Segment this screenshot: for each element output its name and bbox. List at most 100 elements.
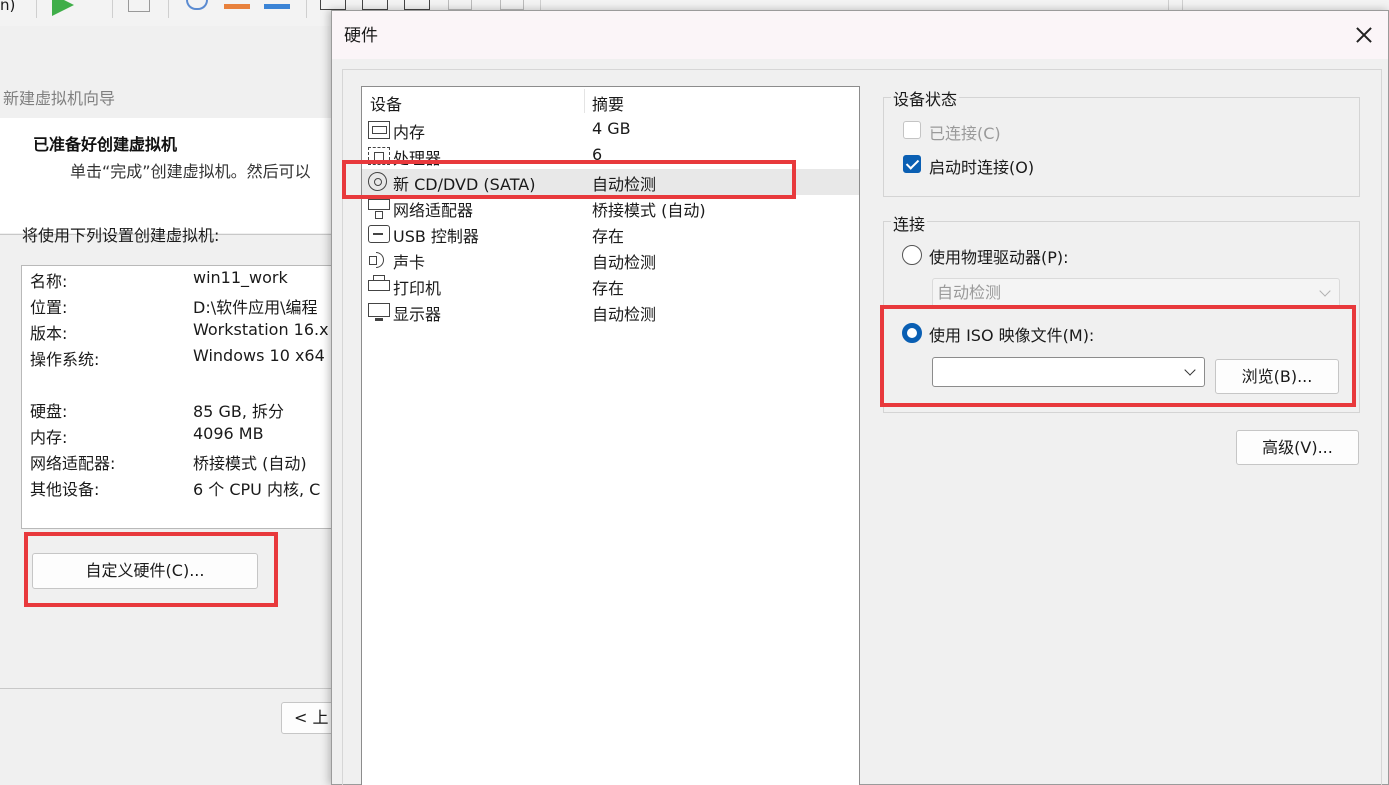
summary-row: 操作系统: Windows 10 x64 xyxy=(30,346,340,372)
device-summary: 4 GB xyxy=(592,119,631,138)
wizard-header-title: 已准备好创建虚拟机 xyxy=(33,135,178,154)
use-physical-drive-radio[interactable] xyxy=(902,245,922,265)
device-summary: 自动检测 xyxy=(592,253,657,272)
customize-hardware-button[interactable]: 自定义硬件(C)... xyxy=(32,553,258,589)
summary-row: 硬盘: 85 GB, 拆分 xyxy=(30,398,340,424)
summary-value: 4096 MB xyxy=(193,424,264,443)
device-summary: 自动检测 xyxy=(592,305,657,324)
device-name: 内存 xyxy=(393,123,426,142)
library-icon[interactable] xyxy=(500,0,524,10)
fullscreen-icon[interactable] xyxy=(362,0,388,10)
summary-key: 内存: xyxy=(30,428,68,447)
device-row-display[interactable]: 显示器 自动检测 xyxy=(362,299,859,325)
toolbar-separator xyxy=(112,0,113,18)
device-name: 声卡 xyxy=(393,253,426,272)
summary-value: 桥接模式 (自动) xyxy=(193,454,307,473)
device-name: 网络适配器 xyxy=(393,201,474,220)
device-status-group xyxy=(883,97,1360,197)
hardware-dialog: 硬件 设备 摘要 内存 4 GB 处理器 6 新 CD/DVD (SATA) 自… xyxy=(331,10,1389,785)
new-vm-wizard: 新建虚拟机向导 已准备好创建虚拟机 单击“完成”创建虚拟机。然后可以 将使用下列… xyxy=(0,26,351,785)
summary-key: 其他设备: xyxy=(30,480,100,499)
wizard-intro: 将使用下列设置创建虚拟机: xyxy=(22,226,220,245)
connect-at-power-on-label: 启动时连接(O) xyxy=(929,158,1035,177)
summary-row: 位置: D:\软件应用\编程 xyxy=(30,294,340,320)
device-row-cd-dvd[interactable]: 新 CD/DVD (SATA) 自动检测 xyxy=(362,169,859,195)
physical-drive-select[interactable]: 自动检测 xyxy=(932,278,1340,308)
connect-at-power-on-checkbox[interactable] xyxy=(903,155,921,173)
toolbar-fragment: n) xyxy=(0,0,16,14)
wizard-header: 已准备好创建虚拟机 单击“完成”创建虚拟机。然后可以 xyxy=(0,118,340,233)
display-icon xyxy=(368,303,390,321)
toolbar-separator xyxy=(306,0,307,18)
device-summary: 自动检测 xyxy=(592,175,657,194)
printer-icon xyxy=(368,275,390,291)
sound-card-icon xyxy=(368,251,390,269)
toolbar-separator xyxy=(168,0,169,18)
summary-value: Workstation 16.x xyxy=(193,320,329,339)
device-summary: 6 xyxy=(592,145,603,164)
iso-path-select[interactable] xyxy=(932,357,1205,387)
connection-label: 连接 xyxy=(891,211,928,235)
connected-label: 已连接(C) xyxy=(929,124,1001,143)
device-summary: 存在 xyxy=(592,227,625,246)
device-name: USB 控制器 xyxy=(393,227,479,246)
summary-value: 6 个 CPU 内核, C xyxy=(193,480,321,499)
chevron-down-icon xyxy=(1319,285,1331,297)
connected-checkbox[interactable] xyxy=(903,121,921,139)
wizard-header-subtitle: 单击“完成”创建虚拟机。然后可以 xyxy=(70,162,311,181)
advanced-button[interactable]: 高级(V)... xyxy=(1236,430,1359,465)
device-name: 处理器 xyxy=(393,149,442,168)
summary-value: 85 GB, 拆分 xyxy=(193,402,284,421)
summary-row: 网络适配器: 桥接模式 (自动) xyxy=(30,450,340,476)
device-row-sound-card[interactable]: 声卡 自动检测 xyxy=(362,247,859,273)
device-row-network-adapter[interactable]: 网络适配器 桥接模式 (自动) xyxy=(362,195,859,221)
summary-key: 操作系统: xyxy=(30,350,100,369)
processor-icon xyxy=(368,147,390,165)
unity-icon[interactable] xyxy=(404,0,430,10)
cd-dvd-icon xyxy=(368,172,387,191)
summary-row: 内存: 4096 MB xyxy=(30,424,340,450)
manage-snapshot-icon[interactable] xyxy=(224,4,250,9)
summary-key: 网络适配器: xyxy=(30,454,116,473)
device-summary: 桥接模式 (自动) xyxy=(592,201,706,220)
device-row-usb[interactable]: USB 控制器 存在 xyxy=(362,221,859,247)
usb-icon xyxy=(368,225,390,243)
use-iso-label: 使用 ISO 映像文件(M): xyxy=(929,326,1095,345)
use-physical-drive-label: 使用物理驱动器(P): xyxy=(929,248,1069,267)
browse-button[interactable]: 浏览(B)... xyxy=(1215,359,1339,394)
network-adapter-icon xyxy=(368,199,390,219)
device-row-memory[interactable]: 内存 4 GB xyxy=(362,117,859,143)
device-row-printer[interactable]: 打印机 存在 xyxy=(362,273,859,299)
device-status-label: 设备状态 xyxy=(891,86,960,110)
revert-icon[interactable] xyxy=(186,0,208,10)
tools-icon[interactable] xyxy=(264,4,290,9)
column-header-device[interactable]: 设备 xyxy=(370,91,402,115)
memory-icon xyxy=(368,121,390,139)
device-name: 显示器 xyxy=(393,305,442,324)
device-name: 新 CD/DVD (SATA) xyxy=(393,175,536,194)
device-row-processor[interactable]: 处理器 6 xyxy=(362,143,859,169)
dialog-title: 硬件 xyxy=(344,26,378,46)
wizard-title: 新建虚拟机向导 xyxy=(3,89,116,108)
column-separator[interactable] xyxy=(584,89,585,113)
close-icon[interactable] xyxy=(1348,19,1380,51)
summary-row: 名称: win11_work xyxy=(30,268,340,294)
chevron-down-icon xyxy=(1184,364,1196,376)
power-on-icon[interactable] xyxy=(52,0,74,16)
toolbar-separator xyxy=(36,0,37,18)
device-list[interactable]: 设备 摘要 内存 4 GB 处理器 6 新 CD/DVD (SATA) 自动检测… xyxy=(361,86,860,785)
wizard-footer-divider xyxy=(0,688,340,689)
summary-key: 位置: xyxy=(30,298,68,317)
snapshot-icon[interactable] xyxy=(128,0,150,12)
column-header-summary[interactable]: 摘要 xyxy=(592,91,624,115)
console-icon[interactable] xyxy=(448,0,472,10)
summary-key: 硬盘: xyxy=(30,402,68,421)
use-iso-radio[interactable] xyxy=(902,323,922,343)
summary-row: 版本: Workstation 16.x xyxy=(30,320,340,346)
view-icon[interactable] xyxy=(320,0,346,10)
physical-drive-value: 自动检测 xyxy=(937,283,1002,302)
device-summary: 存在 xyxy=(592,279,625,298)
summary-value: win11_work xyxy=(193,268,288,287)
summary-key: 名称: xyxy=(30,272,68,291)
dialog-titlebar: 硬件 xyxy=(332,11,1388,59)
